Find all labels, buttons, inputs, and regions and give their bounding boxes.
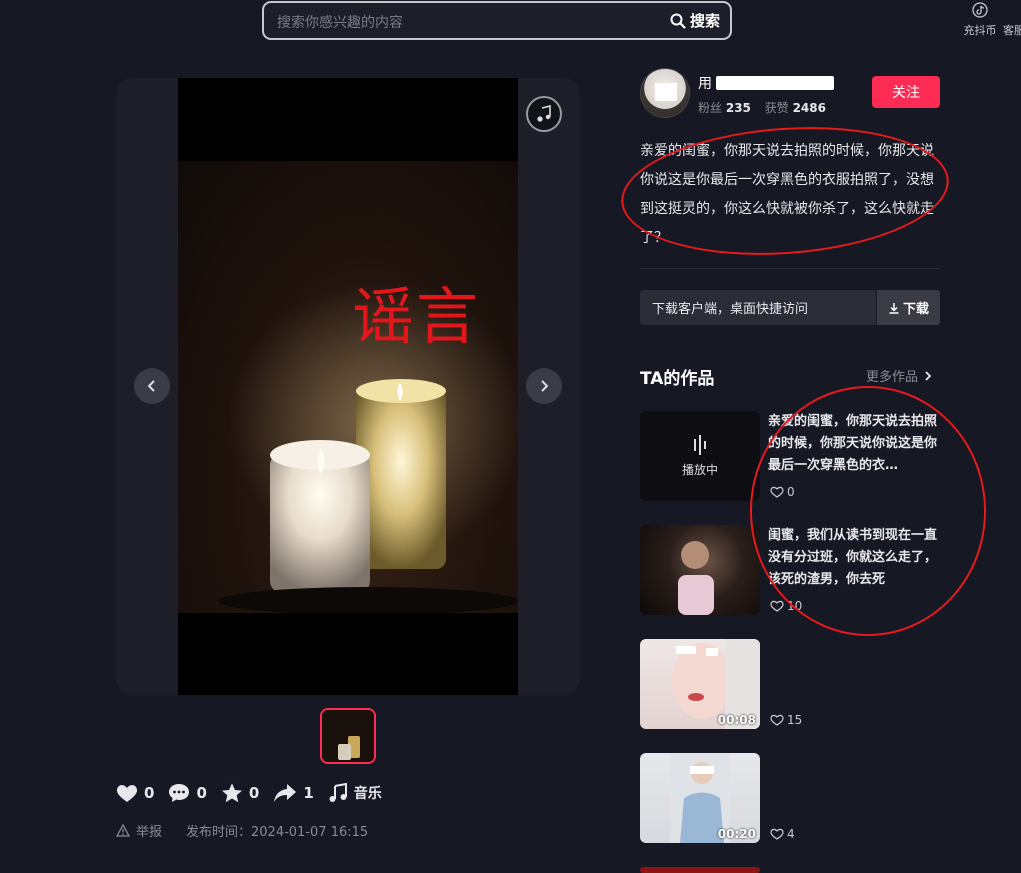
download-button[interactable]: 下载 [877,290,940,325]
warning-icon [116,824,130,837]
search-icon [670,13,686,29]
author-name-redaction [716,76,834,90]
fans-label: 粉丝 [698,101,723,115]
follow-button[interactable]: 关注 [872,76,940,108]
more-works-label: 更多作品 [866,370,919,385]
download-button-label: 下载 [902,302,929,317]
video-meta: 举报 发布时间：2024-01-07 16:15 [116,821,368,840]
playing-indicator-icon [694,435,706,455]
video-thumbnail[interactable] [320,708,376,764]
favorite-button[interactable]: 0 [221,783,259,803]
playing-label: 播放中 [682,463,719,477]
star-icon [221,783,242,803]
music-disc-icon[interactable] [526,96,562,132]
work-duration: 00:20 [717,827,756,841]
work-item[interactable]: 播放中 [640,411,760,501]
work-likes: 15 [770,713,802,727]
work-likes-count: 15 [787,713,803,727]
author-name[interactable]: 用 [698,73,834,93]
work-likes: 0 [770,485,795,499]
divider [640,268,940,269]
favorite-count: 0 [248,784,260,802]
author-avatar[interactable] [640,68,690,118]
fans-count: 235 [725,101,751,115]
heart-outline-icon [770,486,784,498]
work-item[interactable]: 00:20 [640,753,760,843]
comment-button[interactable]: 0 [168,783,207,803]
work-item[interactable]: 00:08 [640,639,760,729]
music-note-icon [329,783,347,802]
work-likes-count: 0 [787,485,795,499]
work-likes-count: 4 [787,827,795,841]
work-duration: 00:08 [717,713,756,727]
like-count: 0 [144,784,155,802]
comment-count: 0 [196,784,207,802]
music-button[interactable]: 音乐 [328,783,382,803]
heart-icon [116,785,138,802]
work-likes: 10 [770,599,802,613]
work-thumbnail-image [678,541,714,615]
chevron-right-icon [925,370,932,381]
recharge-label: 充抖币 [963,24,997,37]
likes-total: 2486 [792,101,826,115]
work-title[interactable]: 亲爱的闺蜜，你那天说去拍照的时候，你那天说你说这是你最后一次穿黑色的衣… [768,411,942,477]
video-actions: 0 0 0 1 音乐 [116,780,396,806]
video-overlay-text: 谣言 [352,280,481,353]
music-label: 音乐 [353,786,382,802]
heart-outline-icon [770,828,784,840]
video-description: 亲爱的闺蜜，你那天说去拍照的时候，你那天说你说这是你最后一次穿黑色的衣服拍照了，… [640,143,934,246]
chevron-left-icon [147,380,155,392]
download-banner[interactable]: 下载客户端，桌面快捷访问 [640,290,876,325]
heart-outline-icon [770,714,784,726]
share-button[interactable]: 1 [273,783,314,803]
report-label: 举报 [136,825,163,840]
download-icon [889,302,899,314]
work-title[interactable]: 闺蜜，我们从读书到现在一直没有分过班，你就这么走了，该死的渣男，你去死 [768,525,942,591]
search-button-label: 搜索 [689,12,720,30]
tiktok-coin-icon [972,2,988,18]
author-name-prefix: 用 [698,76,712,92]
recharge-button[interactable]: 充抖币 [960,2,1000,38]
share-count: 1 [303,784,314,802]
works-title: TA的作品 [640,369,715,389]
work-likes: 4 [770,827,795,841]
author-stats: 粉丝 235 获赞 2486 [698,99,836,116]
video-player[interactable]: 谣言 [116,78,580,695]
heart-outline-icon [770,600,784,612]
like-button[interactable]: 0 [116,783,154,803]
chevron-right-icon [541,380,549,392]
service-label: 客服 [1003,24,1021,37]
publish-time: 发布时间：2024-01-07 16:15 [186,825,369,840]
search-button[interactable]: 搜索 [670,10,720,31]
candles-image [218,281,518,615]
video-frame[interactable]: 谣言 [178,78,518,695]
prev-button[interactable] [134,368,170,404]
likes-label: 获赞 [764,101,789,115]
work-likes-count: 10 [787,599,803,613]
search-bar[interactable]: 搜索你感兴趣的内容 搜索 [262,1,732,40]
report-button[interactable]: 举报 [116,821,162,840]
comment-icon [169,784,190,802]
more-works-link[interactable]: 更多作品 [866,366,934,385]
candle-scene [178,161,518,615]
work-item[interactable] [640,867,760,873]
work-item[interactable] [640,525,760,615]
service-button[interactable]: 客服 [1003,2,1021,38]
search-input[interactable]: 搜索你感兴趣的内容 [277,12,403,32]
next-button[interactable] [526,368,562,404]
share-icon [274,784,297,802]
thumbnail-image [322,710,374,762]
avatar-face-mask [655,83,677,101]
